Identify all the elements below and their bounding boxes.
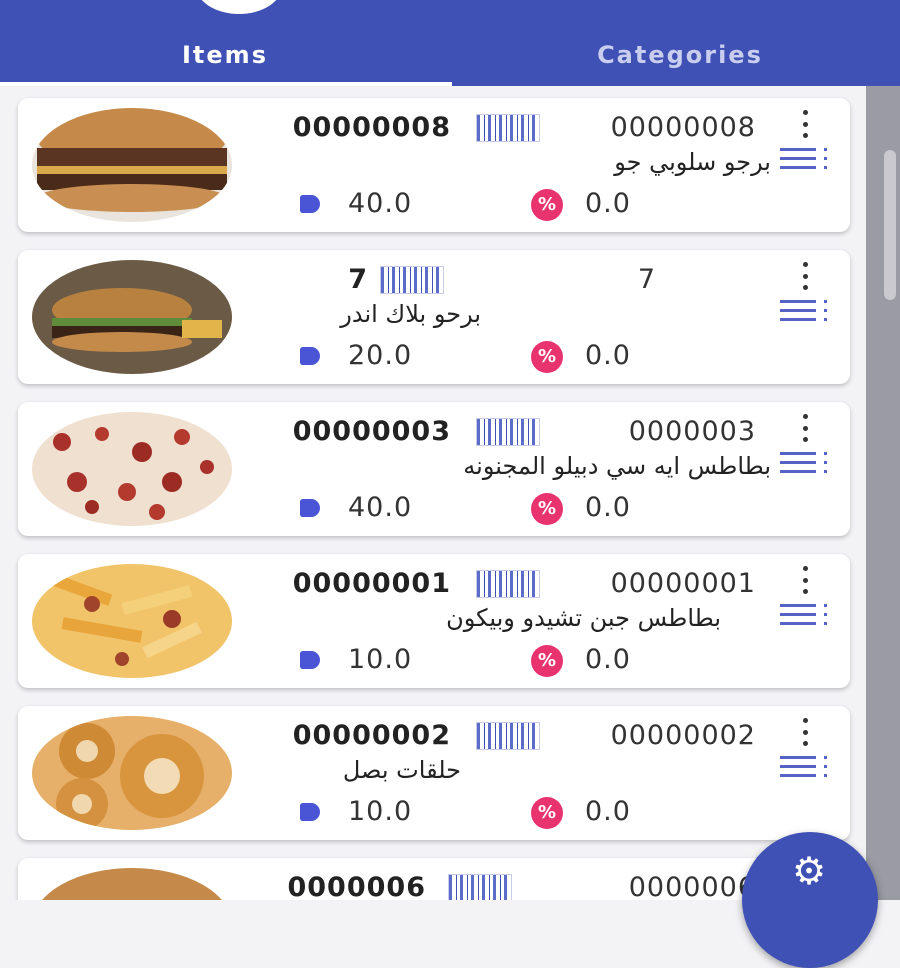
item-discount: 0.0 <box>585 340 631 371</box>
discount-icon: % <box>531 189 563 221</box>
item-discount: 0.0 <box>585 796 631 827</box>
discount-icon: % <box>531 341 563 373</box>
settings-fab[interactable]: ⚙ <box>742 832 878 968</box>
item-discount: 0.0 <box>585 492 631 523</box>
item-code: 0000006 <box>287 872 426 900</box>
avatar[interactable] <box>196 0 282 14</box>
app-bar: Items Categories <box>0 0 900 86</box>
scrollbar-thumb[interactable] <box>884 150 896 300</box>
discount-icon: % <box>531 797 563 829</box>
discount-icon: % <box>531 645 563 677</box>
more-vert-icon[interactable] <box>798 718 812 746</box>
barcode-icon <box>476 114 540 142</box>
gear-icon: ⚙ <box>791 849 827 893</box>
list-icon[interactable] <box>780 450 832 476</box>
item-image <box>32 716 232 830</box>
item-price: 10.0 <box>348 644 413 675</box>
item-barcode-value: 0000003 <box>628 416 756 447</box>
item-name: حلقات بصل <box>342 756 461 784</box>
item-code: 00000003 <box>292 416 451 447</box>
more-vert-icon[interactable] <box>798 414 812 442</box>
barcode-icon <box>380 266 444 294</box>
more-vert-icon[interactable] <box>798 262 812 290</box>
item-card[interactable]: 7 7 برحو بلاك اندر 20.0 % 0.0 <box>18 250 850 384</box>
item-name: برجو سلوبي جو <box>614 148 771 176</box>
item-price: 40.0 <box>348 492 413 523</box>
price-tag-icon <box>300 803 320 821</box>
item-code: 7 <box>348 264 368 295</box>
price-tag-icon <box>300 347 320 365</box>
item-name: برحو بلاك اندر <box>340 300 481 328</box>
item-code: 00000001 <box>292 568 451 599</box>
list-icon[interactable] <box>780 754 832 780</box>
list-icon[interactable] <box>780 146 832 172</box>
list-icon[interactable] <box>780 298 832 324</box>
item-card[interactable]: 00000008 00000008 برجو سلوبي جو 40.0 % 0… <box>18 98 850 232</box>
items-list: 00000008 00000008 برجو سلوبي جو 40.0 % 0… <box>0 86 866 900</box>
price-tag-icon <box>300 499 320 517</box>
item-code: 00000002 <box>292 720 451 751</box>
price-tag-icon <box>300 651 320 669</box>
item-price: 10.0 <box>348 796 413 827</box>
item-card[interactable]: 00000003 0000003 بطاطس ايه سي دبيلو المج… <box>18 402 850 536</box>
item-image <box>32 412 232 526</box>
item-discount: 0.0 <box>585 188 631 219</box>
discount-icon: % <box>531 493 563 525</box>
item-price: 40.0 <box>348 188 413 219</box>
barcode-icon <box>476 418 540 446</box>
barcode-icon <box>476 722 540 750</box>
more-vert-icon[interactable] <box>798 110 812 138</box>
item-image <box>32 108 232 222</box>
item-image <box>32 260 232 374</box>
tab-categories[interactable]: Categories <box>535 38 825 72</box>
item-name: بطاطس جبن تشيدو وبيكون <box>446 604 721 632</box>
item-barcode-value: 00000008 <box>610 112 756 143</box>
item-card[interactable]: 00000002 00000002 حلقات بصل 10.0 % 0.0 <box>18 706 850 840</box>
item-card[interactable]: 0000006 0000006 <box>18 858 850 900</box>
item-image <box>32 564 232 678</box>
tab-items[interactable]: Items <box>100 38 350 72</box>
item-barcode-value: 7 <box>637 264 656 295</box>
list-icon[interactable] <box>780 602 832 628</box>
item-price: 20.0 <box>348 340 413 371</box>
item-discount: 0.0 <box>585 644 631 675</box>
item-barcode-value: 0000006 <box>628 872 756 900</box>
barcode-icon <box>476 570 540 598</box>
item-card[interactable]: 00000001 00000001 بطاطس جبن تشيدو وبيكون… <box>18 554 850 688</box>
item-barcode-value: 00000002 <box>610 720 756 751</box>
item-code: 00000008 <box>292 112 451 143</box>
barcode-icon <box>448 874 512 900</box>
item-barcode-value: 00000001 <box>610 568 756 599</box>
item-image <box>32 868 232 900</box>
item-name: بطاطس ايه سي دبيلو المجنونه <box>463 452 771 480</box>
price-tag-icon <box>300 195 320 213</box>
more-vert-icon[interactable] <box>798 566 812 594</box>
